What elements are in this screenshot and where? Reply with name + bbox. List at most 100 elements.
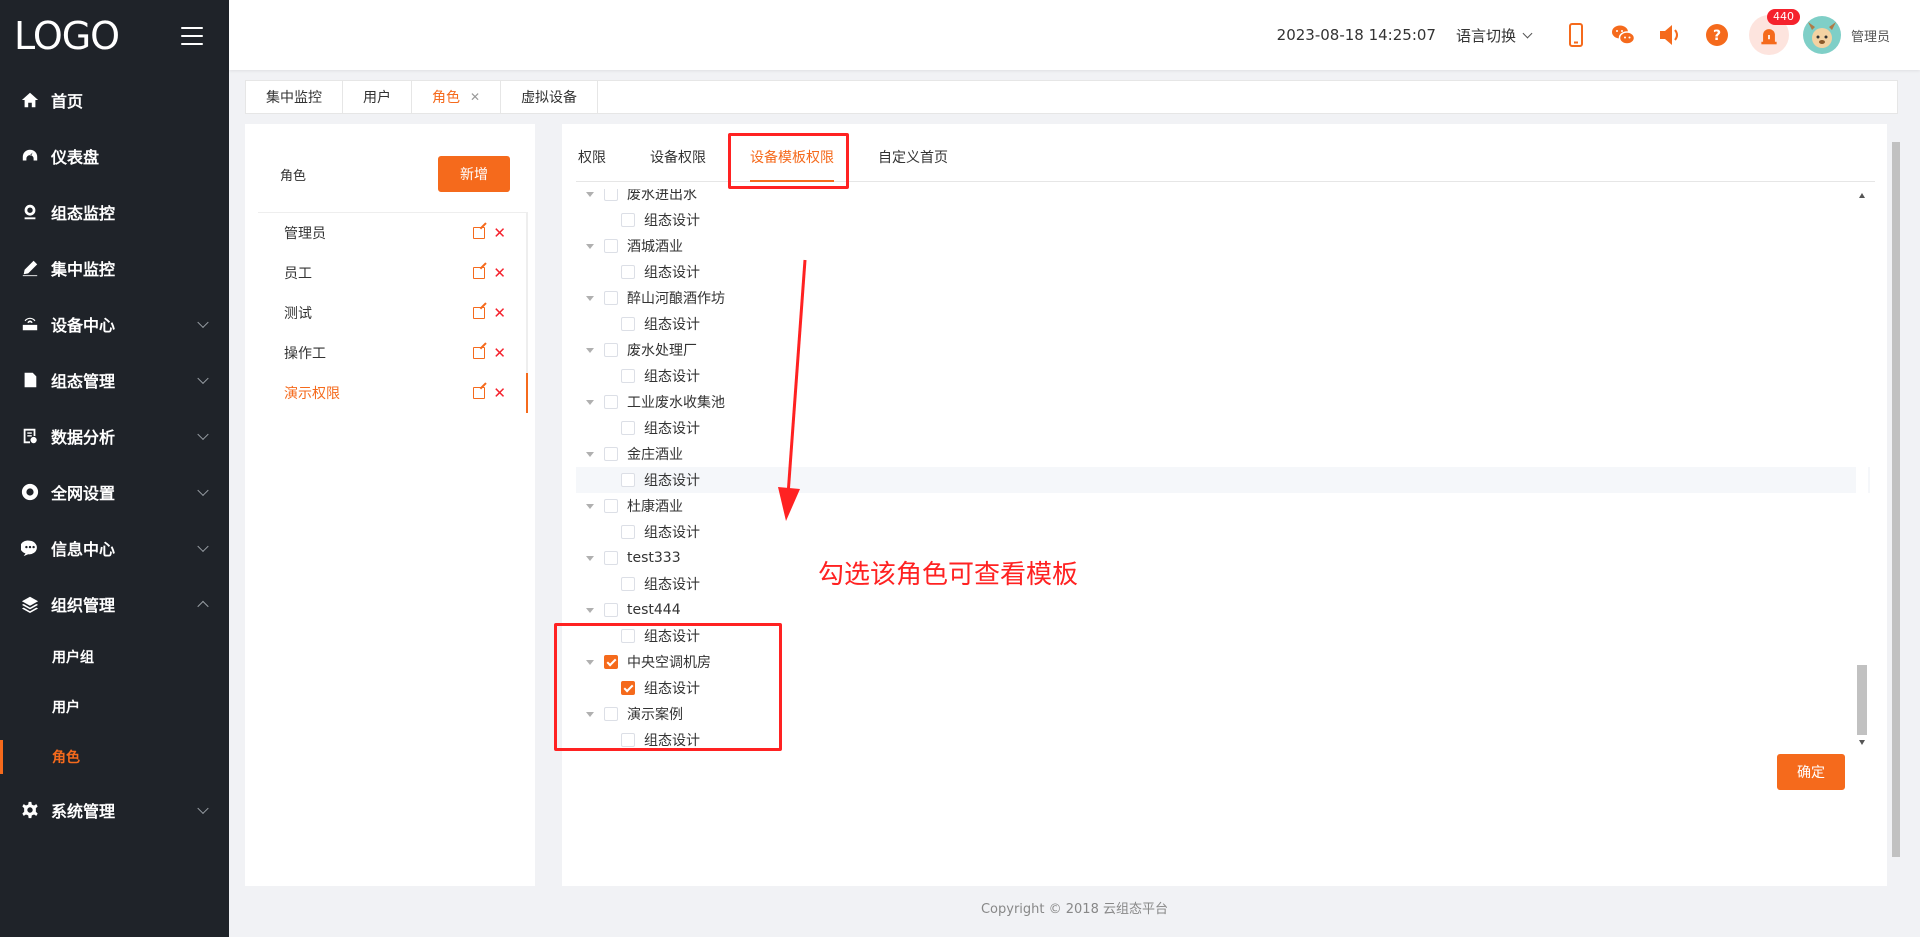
edit-icon[interactable] bbox=[473, 387, 486, 399]
role-item[interactable]: 员工 ✕ bbox=[258, 253, 528, 293]
menu-item-scada-monitor[interactable]: 组态监控 bbox=[0, 184, 229, 240]
menu-item-org-manage[interactable]: 组织管理 bbox=[0, 576, 229, 632]
edit-icon[interactable] bbox=[473, 307, 486, 319]
menu-item-home[interactable]: 首页 bbox=[0, 72, 229, 128]
caret-down-icon[interactable] bbox=[586, 659, 594, 665]
tab-central-monitor[interactable]: 集中监控 bbox=[246, 81, 343, 113]
tree-checkbox[interactable] bbox=[604, 189, 618, 201]
tree-checkbox[interactable] bbox=[621, 473, 635, 487]
delete-icon[interactable]: ✕ bbox=[493, 225, 506, 241]
tree-checkbox[interactable] bbox=[621, 213, 635, 227]
tree-leaf[interactable]: 组态设计 bbox=[576, 675, 1870, 701]
tree-checkbox[interactable] bbox=[621, 525, 635, 539]
tree-leaf[interactable]: 组态设计 bbox=[576, 727, 1870, 752]
tree-checkbox[interactable] bbox=[604, 239, 618, 253]
role-item[interactable]: 管理员 ✕ bbox=[258, 213, 528, 253]
submenu-item-user-group[interactable]: 用户组 bbox=[0, 632, 229, 682]
delete-icon[interactable]: ✕ bbox=[493, 385, 506, 401]
tree-checkbox[interactable] bbox=[604, 291, 618, 305]
tree-node[interactable]: 演示案例 bbox=[576, 701, 1870, 727]
caret-down-icon[interactable] bbox=[586, 451, 594, 457]
menu-item-system-manage[interactable]: 系统管理 bbox=[0, 782, 229, 838]
edit-icon[interactable] bbox=[473, 267, 486, 279]
tree-leaf[interactable]: 组态设计 bbox=[576, 623, 1870, 649]
tree-checkbox[interactable] bbox=[604, 603, 618, 617]
username[interactable]: 管理员 bbox=[1851, 26, 1890, 45]
tree-node[interactable]: 中央空调机房 bbox=[576, 649, 1870, 675]
avatar[interactable] bbox=[1802, 16, 1841, 54]
language-switch[interactable]: 语言切换 bbox=[1456, 25, 1533, 46]
scroll-thumb[interactable] bbox=[1857, 665, 1867, 735]
edit-icon[interactable] bbox=[473, 227, 486, 239]
tree-checkbox[interactable] bbox=[604, 655, 618, 669]
caret-down-icon[interactable] bbox=[586, 191, 594, 197]
menu-item-device-center[interactable]: 设备中心 bbox=[0, 296, 229, 352]
caret-down-icon[interactable] bbox=[586, 295, 594, 301]
tree-checkbox[interactable] bbox=[621, 317, 635, 331]
tab-user[interactable]: 用户 bbox=[343, 81, 412, 113]
menu-item-data-analysis[interactable]: 数据分析 bbox=[0, 408, 229, 464]
tree-checkbox[interactable] bbox=[621, 577, 635, 591]
scroll-down-icon[interactable] bbox=[1859, 740, 1865, 745]
tab-device-template-permissions[interactable]: 设备模板权限 bbox=[738, 133, 846, 182]
caret-down-icon[interactable] bbox=[586, 555, 594, 561]
page-scroll-thumb[interactable] bbox=[1892, 142, 1900, 857]
caret-down-icon[interactable] bbox=[586, 347, 594, 353]
menu-item-network-settings[interactable]: 全网设置 bbox=[0, 464, 229, 520]
caret-down-icon[interactable] bbox=[586, 711, 594, 717]
caret-down-icon[interactable] bbox=[586, 243, 594, 249]
tab-permissions[interactable]: 权限 bbox=[576, 133, 618, 181]
role-item[interactable]: 操作工 ✕ bbox=[258, 333, 528, 373]
close-icon[interactable]: ✕ bbox=[470, 90, 480, 104]
tree-checkbox[interactable] bbox=[604, 707, 618, 721]
tree-checkbox[interactable] bbox=[604, 499, 618, 513]
tree-checkbox[interactable] bbox=[621, 421, 635, 435]
delete-icon[interactable]: ✕ bbox=[493, 345, 506, 361]
add-role-button[interactable]: 新增 bbox=[438, 156, 510, 192]
tree-checkbox[interactable] bbox=[621, 369, 635, 383]
tree-checkbox[interactable] bbox=[604, 551, 618, 565]
speaker-icon[interactable] bbox=[1655, 20, 1685, 50]
tree-checkbox[interactable] bbox=[621, 629, 635, 643]
submenu-item-role[interactable]: 角色 bbox=[0, 732, 229, 782]
alarm-button[interactable]: 440 bbox=[1748, 9, 1800, 55]
role-item[interactable]: 演示权限 ✕ bbox=[258, 373, 528, 413]
tree-checkbox[interactable] bbox=[604, 343, 618, 357]
menu-item-central-monitor[interactable]: 集中监控 bbox=[0, 240, 229, 296]
delete-icon[interactable]: ✕ bbox=[493, 265, 506, 281]
tab-virtual-device[interactable]: 虚拟设备 bbox=[501, 81, 599, 113]
menu-item-message-center[interactable]: 信息中心 bbox=[0, 520, 229, 576]
mobile-icon[interactable] bbox=[1561, 20, 1591, 50]
submenu-item-user[interactable]: 用户 bbox=[0, 682, 229, 732]
tree-node[interactable]: test444 bbox=[576, 597, 1870, 623]
delete-icon[interactable]: ✕ bbox=[493, 305, 506, 321]
tree-scrollbar[interactable] bbox=[1856, 189, 1868, 749]
tab-device-permissions[interactable]: 设备权限 bbox=[638, 133, 718, 181]
tree-checkbox[interactable] bbox=[621, 733, 635, 747]
chevron-down-icon bbox=[197, 484, 209, 497]
role-item[interactable]: 测试 ✕ bbox=[258, 293, 528, 333]
menu-toggle-icon[interactable] bbox=[181, 27, 203, 45]
scroll-up-icon[interactable] bbox=[1859, 193, 1865, 198]
tree-node[interactable]: 废水进出水 bbox=[576, 189, 1870, 207]
edit-icon[interactable] bbox=[473, 347, 486, 359]
menu-item-dashboard[interactable]: 仪表盘 bbox=[0, 128, 229, 184]
role-name: 员工 bbox=[284, 266, 312, 282]
tab-role[interactable]: 角色 ✕ bbox=[412, 81, 502, 113]
page-scrollbar[interactable] bbox=[1890, 124, 1902, 886]
menu-item-scada-manage[interactable]: 组态管理 bbox=[0, 352, 229, 408]
confirm-button[interactable]: 确定 bbox=[1777, 754, 1845, 790]
tree-leaf[interactable]: 组态设计 bbox=[576, 571, 1870, 597]
caret-down-icon[interactable] bbox=[586, 399, 594, 405]
tree-leaf[interactable]: 组态设计 bbox=[576, 207, 1870, 233]
tab-custom-homepage[interactable]: 自定义首页 bbox=[866, 133, 960, 181]
tree-checkbox[interactable] bbox=[621, 681, 635, 695]
tree-checkbox[interactable] bbox=[604, 447, 618, 461]
tree-checkbox[interactable] bbox=[621, 265, 635, 279]
tree-node[interactable]: test333 bbox=[576, 545, 1870, 571]
help-icon[interactable]: ? bbox=[1702, 20, 1732, 50]
tree-checkbox[interactable] bbox=[604, 395, 618, 409]
caret-down-icon[interactable] bbox=[586, 607, 594, 613]
caret-down-icon[interactable] bbox=[586, 503, 594, 509]
wechat-icon[interactable] bbox=[1608, 20, 1638, 50]
